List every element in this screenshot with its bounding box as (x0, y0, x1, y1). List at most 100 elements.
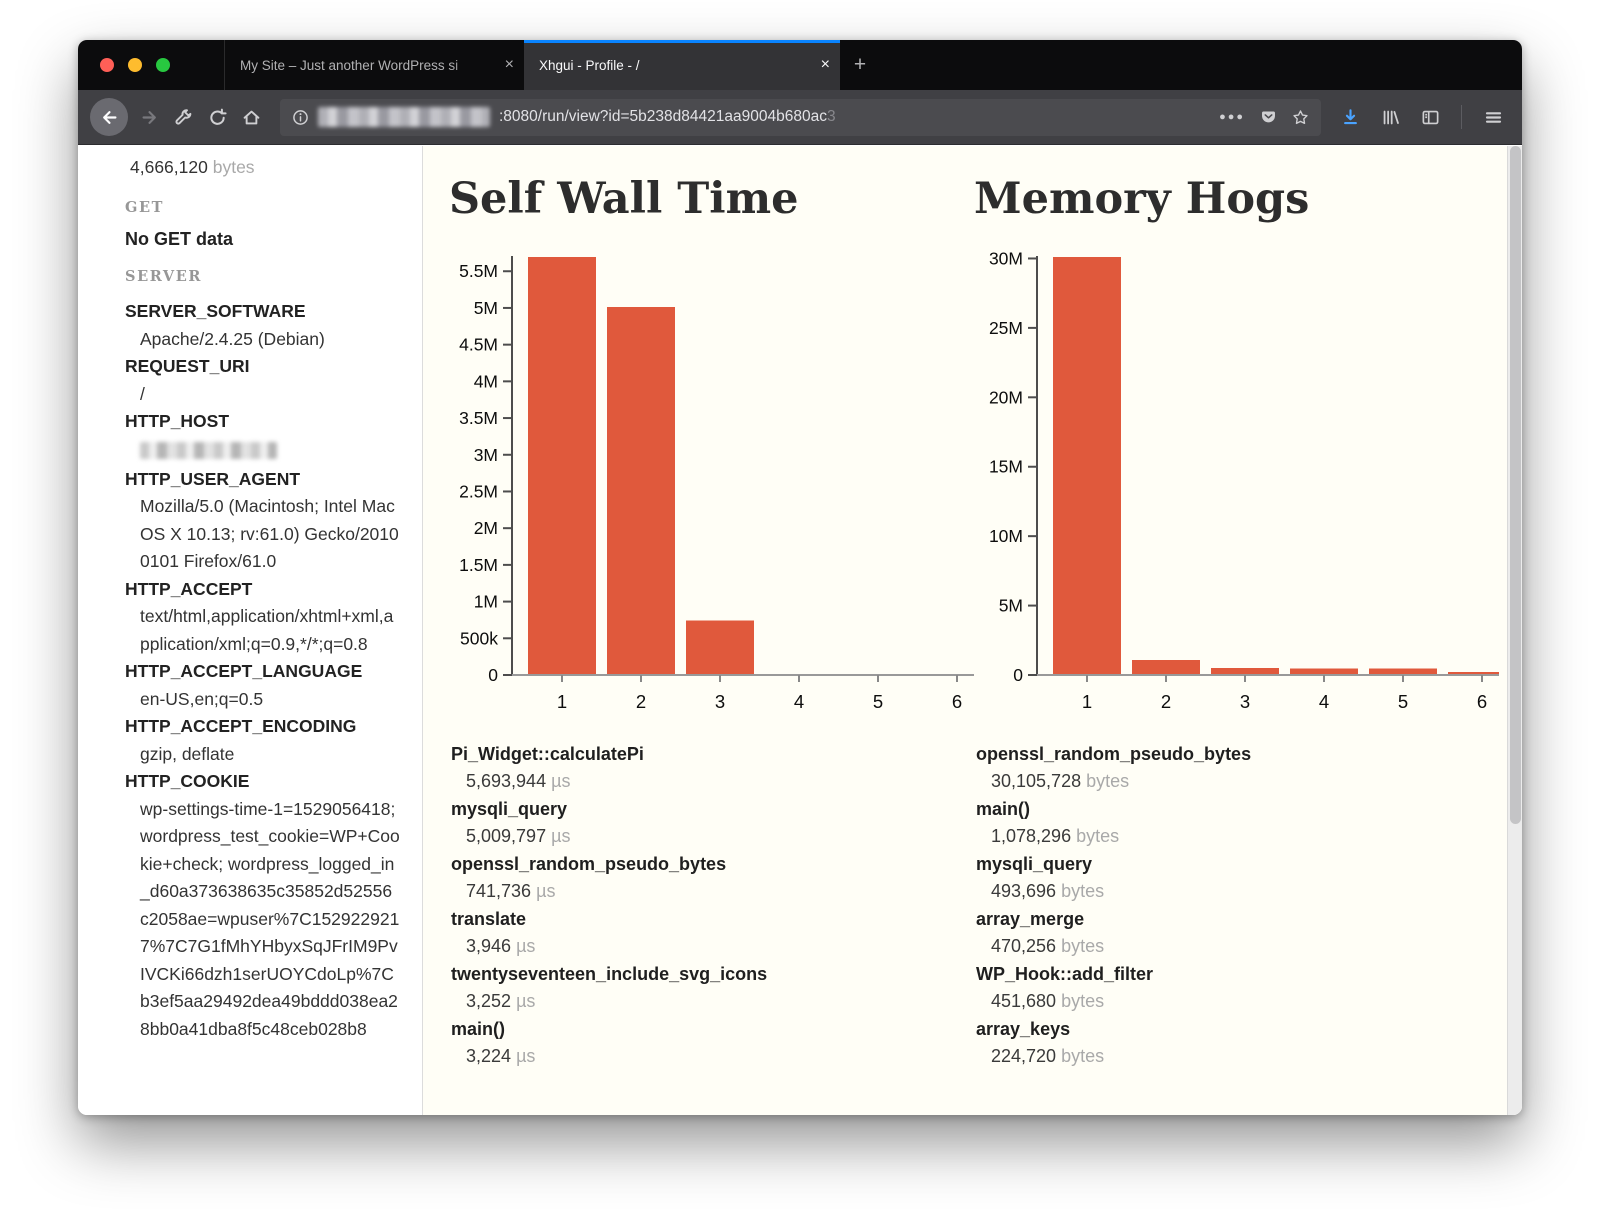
legend-value: 741,736 µs (466, 878, 974, 905)
x-tick-label: 1 (1082, 691, 1092, 712)
x-tick-label: 6 (952, 691, 962, 712)
server-var-key: HTTP_USER_AGENT (125, 466, 400, 494)
profile-main: Self Wall Time 0500k1M1.5M2M2.5M3M3.5M4M… (423, 146, 1522, 1115)
url-bar[interactable]: :8080/run/view?id=5b238d84421aa9004b680a… (280, 99, 1321, 136)
home-icon (242, 108, 261, 127)
tab-xhgui-profile[interactable]: Xhgui - Profile - / × (524, 40, 840, 90)
page-scrollbar[interactable] (1507, 146, 1522, 1115)
bar[interactable] (1211, 668, 1279, 675)
legend-unit: bytes (1061, 1046, 1104, 1066)
legend-function-name: openssl_random_pseudo_bytes (976, 741, 1499, 768)
y-tick-label: 5M (999, 596, 1023, 616)
self-wall-time-chart[interactable]: 0500k1M1.5M2M2.5M3M3.5M4M4.5M5M5.5M12345… (449, 251, 974, 713)
section-header: GET (125, 199, 400, 216)
legend-function-name: array_merge (976, 906, 1499, 933)
new-tab-button[interactable]: + (840, 40, 880, 90)
legend-value: 1,078,296 bytes (991, 823, 1499, 850)
bar[interactable] (1132, 660, 1200, 675)
legend-number: 3,946 (466, 936, 511, 956)
server-var-key: REQUEST_URI (125, 353, 400, 381)
legend-number: 224,720 (991, 1046, 1056, 1066)
y-tick-label: 1.5M (459, 555, 498, 575)
server-var-value: wp-settings-time-1=1529056418; wordpress… (125, 796, 400, 1044)
y-tick-label: 10M (989, 526, 1023, 546)
pocket-icon[interactable] (1260, 109, 1277, 126)
y-tick-label: 2M (474, 518, 498, 538)
y-tick-label: 20M (989, 387, 1023, 407)
y-tick-label: 0 (488, 665, 498, 685)
back-button[interactable] (90, 98, 128, 136)
menu-icon (1484, 108, 1503, 127)
y-tick-label: 5M (474, 298, 498, 318)
minimize-window-button[interactable] (128, 58, 142, 72)
server-var-value: gzip, deflate (125, 741, 400, 769)
legend-number: 1,078,296 (991, 826, 1071, 846)
zoom-window-button[interactable] (156, 58, 170, 72)
legend-function-name: WP_Hook::add_filter (976, 961, 1499, 988)
close-window-button[interactable] (100, 58, 114, 72)
legend-unit: µs (516, 991, 535, 1011)
legend-value: 224,720 bytes (991, 1043, 1499, 1070)
server-var-key: SERVER_SOFTWARE (125, 298, 400, 326)
legend-value: 470,256 bytes (991, 933, 1499, 960)
home-button[interactable] (234, 100, 268, 134)
bar[interactable] (686, 621, 754, 675)
star-icon[interactable] (1292, 109, 1309, 126)
legend-function-name: twentyseventeen_include_svg_icons (451, 961, 974, 988)
bar[interactable] (1053, 257, 1121, 675)
nav-toolbar: :8080/run/view?id=5b238d84421aa9004b680a… (78, 90, 1522, 145)
menu-button[interactable] (1476, 100, 1510, 134)
blurred-server-var-value (140, 442, 277, 459)
legend-unit: bytes (1061, 881, 1104, 901)
y-tick-label: 4M (474, 371, 498, 391)
page-tools-button[interactable] (166, 100, 200, 134)
tab-wordpress-site[interactable]: My Site – Just another WordPress si × (224, 40, 524, 90)
y-tick-label: 30M (989, 251, 1023, 268)
legend-value: 3,252 µs (466, 988, 974, 1015)
more-icon[interactable]: ●●● (1219, 111, 1245, 123)
legend-value: 493,696 bytes (991, 878, 1499, 905)
tab-close-icon[interactable]: × (821, 57, 830, 73)
x-tick-label: 5 (1398, 691, 1408, 712)
memory-hogs-chart[interactable]: 05M10M15M20M25M30M123456 (974, 251, 1499, 713)
legend-unit: µs (551, 826, 570, 846)
legend-function-name: Pi_Widget::calculatePi (451, 741, 974, 768)
bar[interactable] (607, 307, 675, 675)
tab-strip: My Site – Just another WordPress si × Xh… (224, 40, 880, 90)
url-text[interactable]: :8080/run/view?id=5b238d84421aa9004b680a… (499, 108, 836, 126)
forward-button[interactable] (132, 100, 166, 134)
sidebar-toggle-button[interactable] (1413, 100, 1447, 134)
y-tick-label: 3M (474, 445, 498, 465)
scrollbar-thumb[interactable] (1510, 146, 1521, 824)
server-var-key: HTTP_ACCEPT_LANGUAGE (125, 658, 400, 686)
tab-title: My Site – Just another WordPress si (240, 58, 497, 73)
legend-unit: bytes (1061, 936, 1104, 956)
titlebar[interactable]: My Site – Just another WordPress si × Xh… (78, 40, 1522, 90)
sidebar-toggle-icon (1421, 108, 1440, 127)
request-sidebar: 4,666,120 bytes GETNo GET dataSERVERSERV… (78, 146, 423, 1115)
bar[interactable] (528, 257, 596, 675)
server-var-value: Mozilla/5.0 (Macintosh; Intel Mac OS X 1… (125, 493, 400, 576)
downloads-button[interactable] (1333, 100, 1367, 134)
legend-unit: µs (516, 936, 535, 956)
toolbar-right (1333, 100, 1510, 134)
memory-hogs-legend: openssl_random_pseudo_bytes30,105,728 by… (976, 741, 1499, 1070)
reload-button[interactable] (200, 100, 234, 134)
legend-unit: µs (516, 1046, 535, 1066)
legend-unit: µs (536, 881, 555, 901)
server-var-key: HTTP_ACCEPT (125, 576, 400, 604)
legend-unit: µs (551, 771, 570, 791)
legend-value: 3,946 µs (466, 933, 974, 960)
info-icon[interactable] (292, 109, 309, 126)
y-tick-label: 15M (989, 457, 1023, 477)
tab-close-icon[interactable]: × (505, 57, 514, 73)
legend-number: 3,224 (466, 1046, 511, 1066)
legend-function-name: translate (451, 906, 974, 933)
partial-byte-value: 4,666,120 bytes (125, 154, 400, 181)
reload-icon (208, 108, 227, 127)
download-icon (1341, 108, 1360, 127)
x-tick-label: 2 (636, 691, 646, 712)
x-tick-label: 4 (794, 691, 804, 712)
server-var-key: HTTP_ACCEPT_ENCODING (125, 713, 400, 741)
library-button[interactable] (1373, 100, 1407, 134)
